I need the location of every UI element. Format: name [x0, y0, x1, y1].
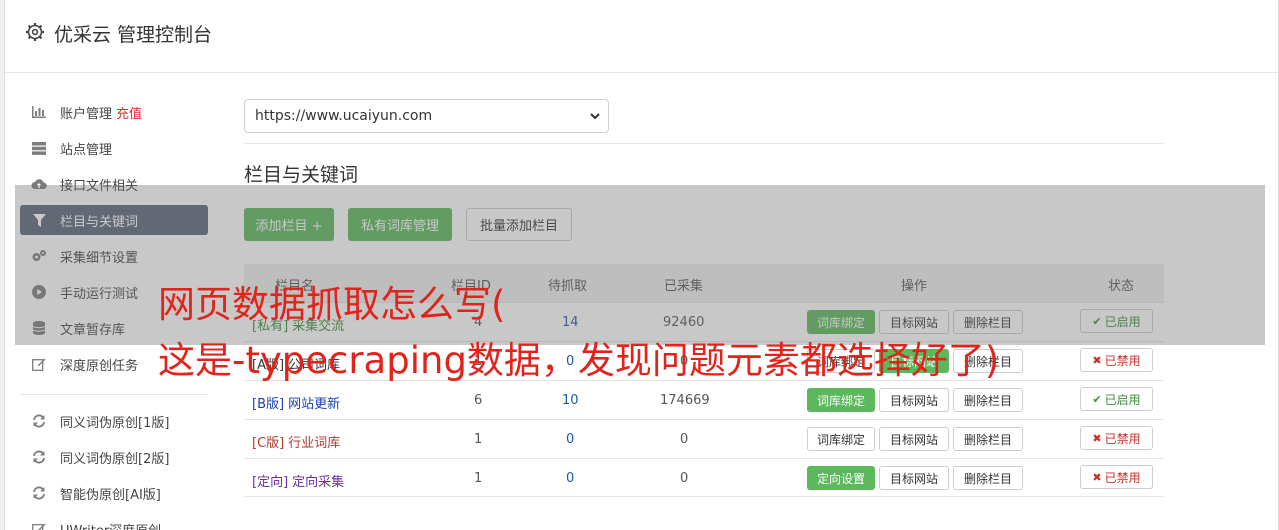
cross-icon: ✖: [1092, 353, 1102, 367]
delete-column-button[interactable]: 删除栏目: [953, 466, 1023, 490]
column-id: 6: [474, 393, 483, 408]
collected-count: 0: [680, 471, 689, 486]
sidebar-item-account[interactable]: 账户管理 充值: [20, 97, 208, 127]
directed-settings-button[interactable]: 定向设置: [807, 466, 875, 490]
divider: [244, 143, 1164, 144]
sidebar-item-ai-original[interactable]: 智能伪原创[AI版]: [20, 478, 208, 508]
gear-icon: [26, 23, 44, 41]
bind-lib-button[interactable]: 词库绑定: [807, 427, 875, 451]
column-label: 网站更新: [288, 397, 341, 412]
edit-icon: [31, 356, 47, 372]
section-title: 栏目与关键词: [244, 164, 359, 186]
site-select[interactable]: https://www.ucaiyun.com: [244, 99, 609, 133]
column-name[interactable]: [C版] 行业词库: [252, 432, 340, 451]
site-select-value: https://www.ucaiyun.com: [255, 108, 433, 124]
table-row: [C版] 行业词库 1 0 0 词库绑定 目标网站 删除栏目 ✖ 已禁用: [244, 419, 1164, 458]
column-label: 定向采集: [292, 475, 345, 490]
column-tag: [定向]: [252, 475, 289, 490]
status-label: 已启用: [1104, 392, 1141, 407]
app-title: 优采云 管理控制台: [54, 24, 213, 46]
target-site-button[interactable]: 目标网站: [879, 427, 949, 451]
server-icon: [31, 140, 47, 156]
sidebar-item-label: 站点管理: [60, 142, 113, 158]
bar-chart-icon: [31, 104, 47, 120]
column-tag: [B版]: [252, 397, 285, 412]
pending-count[interactable]: 0: [566, 432, 574, 447]
overlay-caption-line2: 这是-typecraping数据，发现问题元素都选择好了): [158, 339, 1000, 382]
status-label: 已禁用: [1104, 431, 1141, 446]
pending-count[interactable]: 10: [562, 393, 579, 408]
table-row: [定向] 定向采集 1 0 0 定向设置 目标网站 删除栏目 ✖ 已禁用: [244, 458, 1164, 497]
sidebar-item-label: UWriter深度原创: [60, 520, 161, 530]
bind-lib-button[interactable]: 词库绑定: [807, 388, 875, 412]
refresh-icon: [31, 449, 47, 465]
column-name[interactable]: [定向] 定向采集: [252, 471, 344, 490]
sidebar-item-label: 同义词伪原创[1版]: [60, 415, 170, 431]
table-row: [B版] 网站更新 6 10 174669 词库绑定 目标网站 删除栏目 ✔ 已启用: [244, 380, 1164, 419]
status-toggle[interactable]: ✖ 已禁用: [1080, 465, 1153, 489]
sidebar-item-label: 同义词伪原创[2版]: [60, 451, 170, 467]
status-label: 已禁用: [1104, 470, 1141, 485]
status-label: 已禁用: [1104, 353, 1141, 368]
column-tag: [C版]: [252, 436, 285, 451]
chevron-down-icon: [590, 113, 600, 120]
status-toggle[interactable]: ✔ 已启用: [1080, 387, 1153, 411]
refresh-icon: [31, 413, 47, 429]
app-header: 优采云 管理控制台: [5, 0, 1278, 73]
pending-count[interactable]: 0: [566, 471, 574, 486]
sidebar-item-sites[interactable]: 站点管理: [20, 133, 208, 163]
delete-column-button[interactable]: 删除栏目: [953, 427, 1023, 451]
collected-count: 0: [680, 432, 689, 447]
sidebar-item-label: 深度原创任务: [60, 358, 139, 374]
column-label: 行业词库: [288, 436, 341, 451]
delete-column-button[interactable]: 删除栏目: [953, 388, 1023, 412]
cross-icon: ✖: [1092, 470, 1102, 484]
status-toggle[interactable]: ✖ 已禁用: [1080, 426, 1153, 450]
status-toggle[interactable]: ✖ 已禁用: [1080, 348, 1153, 372]
sidebar-item-synonym-v1[interactable]: 同义词伪原创[1版]: [20, 406, 208, 436]
sidebar-item-label: 账户管理: [60, 106, 113, 122]
sidebar-item-synonym-v2[interactable]: 同义词伪原创[2版]: [20, 442, 208, 472]
refresh-icon: [31, 485, 47, 501]
cross-icon: ✖: [1092, 431, 1102, 445]
overlay-caption-line1: 网页数据抓取怎么写(: [158, 283, 506, 326]
target-site-button[interactable]: 目标网站: [879, 388, 949, 412]
sidebar-item-label: 智能伪原创[AI版]: [60, 487, 161, 503]
column-id: 1: [474, 432, 483, 447]
collected-count: 174669: [660, 393, 710, 408]
edit-icon: [31, 521, 47, 530]
column-name[interactable]: [B版] 网站更新: [252, 393, 340, 412]
target-site-button[interactable]: 目标网站: [879, 466, 949, 490]
check-icon: ✔: [1092, 392, 1102, 406]
sidebar-divider: [20, 394, 208, 395]
column-id: 1: [474, 471, 483, 486]
sidebar-item-uwriter[interactable]: UWriter深度原创: [20, 514, 208, 530]
recharge-link[interactable]: 充值: [116, 103, 142, 122]
